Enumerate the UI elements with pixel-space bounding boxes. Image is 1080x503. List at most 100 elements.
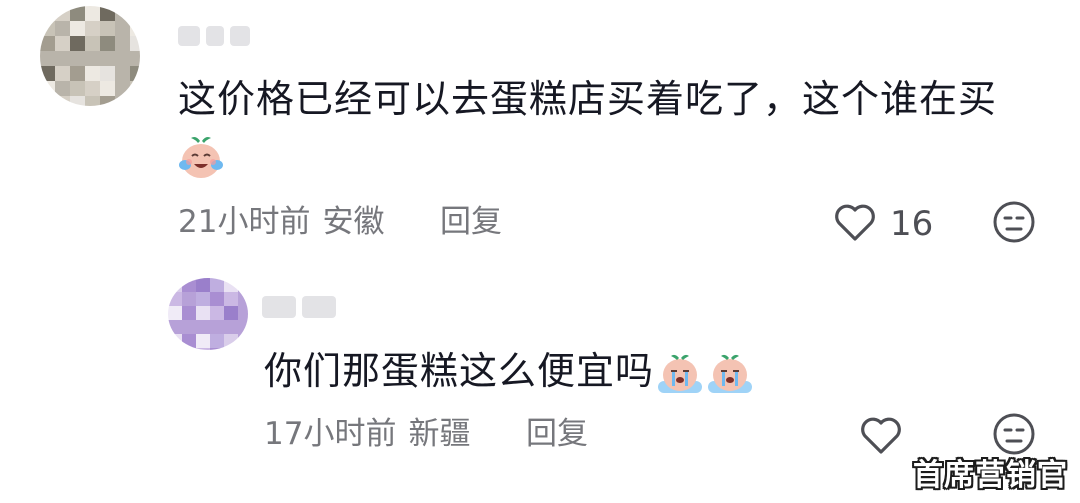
avatar-pixel: [168, 278, 182, 292]
avatar[interactable]: [40, 6, 140, 106]
avatar-pixel: [70, 81, 85, 96]
avatar-pixel: [168, 292, 182, 306]
avatar-pixel: [224, 278, 238, 292]
avatar-pixel: [100, 66, 115, 81]
avatar-pixel: [40, 51, 55, 66]
avatar-pixel: [85, 6, 100, 21]
avatar-pixel: [55, 96, 70, 106]
avatar-pixel: [55, 81, 70, 96]
avatar-pixel: [130, 36, 140, 51]
comment-location: 新疆: [408, 416, 471, 452]
heart-icon: [861, 417, 901, 454]
dislike-button[interactable]: [992, 412, 1036, 456]
avatar-pixel: [210, 348, 224, 350]
avatar-pixel: [100, 96, 115, 106]
dislike-button[interactable]: [992, 200, 1036, 244]
avatar-pixel: [182, 306, 196, 320]
avatar-pixel: [55, 51, 70, 66]
avatar-pixel: [210, 320, 224, 334]
avatar-pixel: [100, 6, 115, 21]
avatar-pixel: [182, 278, 196, 292]
avatar-pixel: [168, 320, 182, 334]
avatar-pixel: [130, 6, 140, 21]
avatar-pixel: [85, 21, 100, 36]
avatar-pixel: [224, 292, 238, 306]
avatar-pixel: [70, 36, 85, 51]
avatar-pixel: [115, 81, 130, 96]
avatar-pixel: [115, 96, 130, 106]
avatar-pixel: [40, 36, 55, 51]
avatar-pixel: [55, 6, 70, 21]
avatar[interactable]: [168, 278, 248, 350]
avatar-pixel: [168, 334, 182, 348]
neutral-face-icon: [993, 201, 1035, 243]
avatar-pixel: [210, 334, 224, 348]
sobbing-baby-emoji: [656, 351, 704, 397]
like-count: 16: [890, 204, 934, 244]
avatar-pixel: [115, 66, 130, 81]
avatar-pixel: [224, 306, 238, 320]
avatar-pixel: [224, 320, 238, 334]
avatar-pixel: [182, 348, 196, 350]
sobbing-baby-emoji: [706, 351, 754, 397]
avatar-pixel: [115, 36, 130, 51]
avatar-pixel: [70, 21, 85, 36]
avatar-pixel: [196, 278, 210, 292]
avatar-pixel: [55, 36, 70, 51]
avatar-pixel: [40, 6, 55, 21]
avatar-pixel: [238, 334, 248, 348]
avatar-pixel: [168, 306, 182, 320]
like-button[interactable]: [858, 412, 904, 458]
avatar-pixel: [115, 21, 130, 36]
reply-button[interactable]: 回复: [526, 414, 588, 454]
avatar-pixel: [130, 21, 140, 36]
avatar-pixel: [238, 292, 248, 306]
avatar-pixel: [196, 334, 210, 348]
avatar-pixel: [210, 292, 224, 306]
avatar-pixel: [238, 278, 248, 292]
avatar-pixel: [100, 81, 115, 96]
avatar-pixel: [100, 21, 115, 36]
avatar-pixel: [100, 36, 115, 51]
comment-text: 你们那蛋糕这么便宜吗: [264, 348, 754, 397]
avatar-pixel: [70, 96, 85, 106]
username-blurred[interactable]: [178, 26, 250, 46]
avatar-pixel: [238, 306, 248, 320]
avatar-pixel: [85, 36, 100, 51]
avatar-pixel: [55, 66, 70, 81]
avatar-pixel: [85, 51, 100, 66]
avatar-pixel: [70, 66, 85, 81]
avatar-pixel: [210, 306, 224, 320]
laughing-crying-baby-emoji: [176, 132, 226, 182]
watermark: 首席营销官: [913, 458, 1068, 493]
like-button[interactable]: [832, 199, 878, 245]
avatar-pixel: [70, 51, 85, 66]
comment-location: 安徽: [322, 204, 385, 240]
avatar-pixel: [40, 21, 55, 36]
avatar-pixel: [130, 51, 140, 66]
comment-time: 21小时前: [178, 204, 311, 240]
avatar-pixel: [85, 96, 100, 106]
comment-text-content: 你们那蛋糕这么便宜吗: [264, 349, 655, 393]
avatar-pixel: [168, 348, 182, 350]
avatar-pixel: [130, 81, 140, 96]
avatar-pixel: [70, 6, 85, 21]
avatar-pixel: [196, 320, 210, 334]
avatar-pixel: [130, 66, 140, 81]
avatar-pixel: [115, 6, 130, 21]
avatar-pixel: [182, 292, 196, 306]
avatar-pixel: [40, 96, 55, 106]
avatar-pixel: [40, 81, 55, 96]
avatar-pixel: [115, 51, 130, 66]
comment-text: 这价格已经可以去蛋糕店买着吃了，这个谁在买: [178, 77, 998, 121]
avatar-pixel: [85, 81, 100, 96]
comment-meta: 21小时前 安徽: [178, 202, 384, 242]
username-blurred[interactable]: [262, 296, 336, 318]
heart-icon: [835, 204, 875, 241]
avatar-pixel: [196, 306, 210, 320]
avatar-pixel: [224, 334, 238, 348]
avatar-pixel: [238, 348, 248, 350]
avatar-pixel: [210, 278, 224, 292]
avatar-pixel: [224, 348, 238, 350]
reply-button[interactable]: 回复: [440, 202, 502, 242]
